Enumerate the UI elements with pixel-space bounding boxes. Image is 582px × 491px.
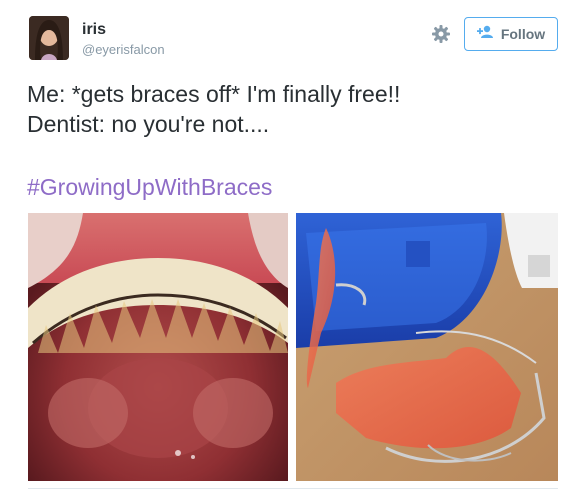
follow-button[interactable]: Follow: [464, 17, 558, 51]
tweet-line-2: Dentist: no you're not....: [27, 111, 270, 137]
hashtag-link[interactable]: #GrowingUpWithBraces: [27, 174, 272, 201]
tweet-line-1: Me: *gets braces off* I'm finally free!!: [27, 81, 401, 107]
tweet-text: Me: *gets braces off* I'm finally free!!…: [27, 79, 567, 139]
follow-label: Follow: [500, 26, 546, 42]
retainer-photo[interactable]: [296, 213, 558, 481]
avatar[interactable]: [29, 16, 69, 60]
gear-icon[interactable]: [431, 24, 451, 44]
user-name[interactable]: iris: [82, 21, 106, 39]
tweet-divider: [28, 488, 558, 489]
user-handle[interactable]: @eyerisfalcon: [82, 42, 165, 57]
add-user-icon: [476, 25, 495, 44]
teeth-photo[interactable]: [28, 213, 288, 481]
